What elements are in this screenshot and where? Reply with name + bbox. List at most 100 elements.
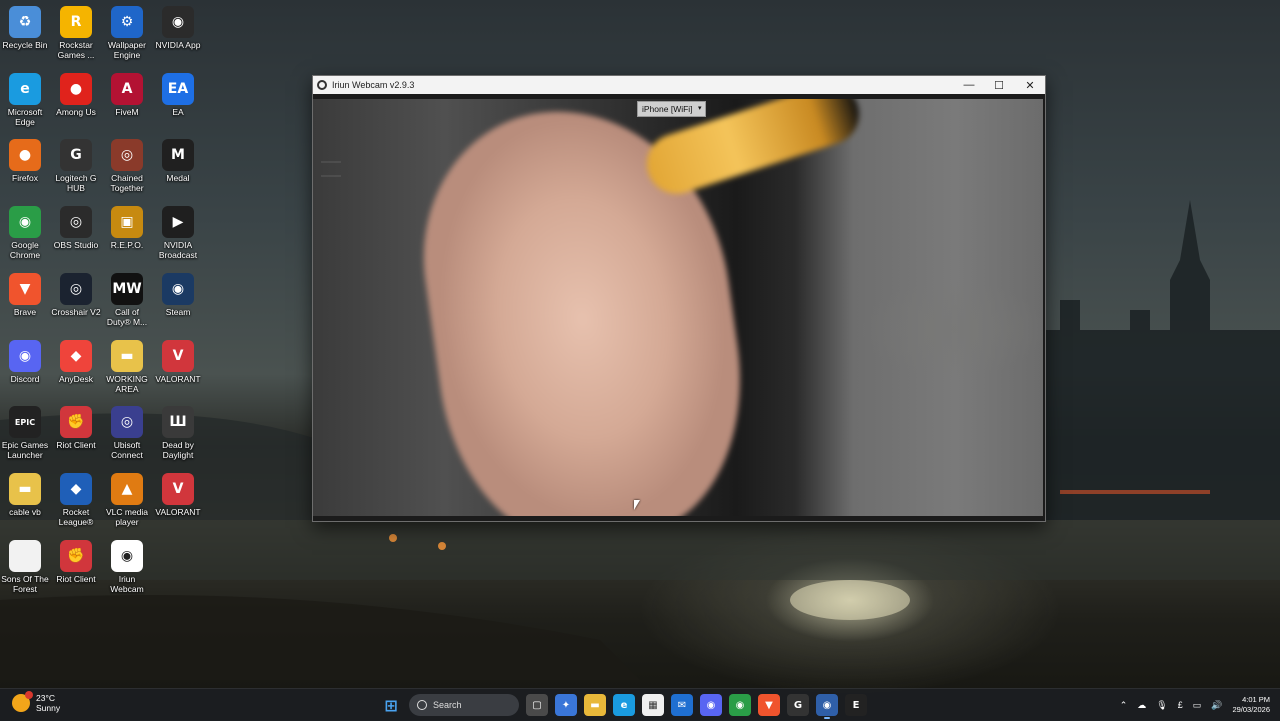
- search-box[interactable]: Search: [409, 694, 519, 716]
- riot-client-icon: ✊: [60, 539, 92, 572]
- desktop-icon-label: Sons Of The Forest: [1, 573, 49, 594]
- desktop-icon-label: Firefox: [12, 173, 38, 184]
- desktop-icon-label: Riot Client: [56, 440, 96, 451]
- desktop-icon-label: VALORANT: [155, 373, 201, 384]
- close-button[interactable]: ✕: [1015, 76, 1045, 94]
- onedrive-icon[interactable]: ☁: [1137, 700, 1146, 711]
- desktop-icon-label: Steam: [165, 306, 191, 317]
- desktop-icon[interactable]: ▼ Brave: [0, 272, 50, 317]
- start-button[interactable]: ⊞: [380, 694, 402, 716]
- maximize-button[interactable]: ☐: [984, 76, 1014, 94]
- notification-badge: [25, 691, 33, 699]
- brave-icon[interactable]: ▼: [758, 694, 780, 716]
- weather-widget[interactable]: 23°C Sunny: [12, 691, 61, 713]
- folder-icon: ▬: [111, 339, 143, 372]
- desktop-icon[interactable]: G Logitech G HUB: [51, 139, 101, 193]
- iriun-webcam-window[interactable]: Iriun Webcam v2.9.3 — ☐ ✕ iPhone [WiFi] …: [312, 75, 1046, 522]
- discord-icon[interactable]: ◉: [700, 694, 722, 716]
- desktop-icon-label: Rocket League®: [58, 506, 94, 527]
- desktop-icon[interactable]: EA EA: [153, 72, 203, 117]
- desktop-icon[interactable]: ◆ Rocket League®: [51, 472, 101, 527]
- desktop-icon[interactable]: ◎ Ubisoft Connect: [102, 406, 152, 460]
- desktop-icon[interactable]: ◎ Chained Together: [102, 139, 152, 193]
- active-indicator: [824, 717, 830, 719]
- firefox-icon: ●: [9, 139, 41, 172]
- desktop-icon-label: NVIDIA Broadcast: [158, 240, 198, 261]
- volume-icon[interactable]: 🔊: [1211, 700, 1222, 711]
- file-explorer-icon[interactable]: ▢: [526, 694, 548, 716]
- desktop-icon-label: Google Chrome: [9, 240, 41, 261]
- minimize-button[interactable]: —: [954, 76, 984, 94]
- desktop-icon-label: Crosshair V2: [51, 306, 101, 317]
- desktop-icon[interactable]: ◆ AnyDesk: [51, 339, 101, 384]
- desktop-icon-label: Microsoft Edge: [7, 106, 43, 127]
- obs-icon: ◎: [60, 206, 92, 239]
- desktop-icon[interactable]: ◎ Crosshair V2: [51, 272, 101, 317]
- store-icon[interactable]: ▦: [642, 694, 664, 716]
- steam-icon: ◉: [162, 272, 194, 305]
- search-icon: [417, 700, 427, 710]
- device-select[interactable]: iPhone [WiFi] ▾: [637, 101, 706, 117]
- folder-icon: ▬: [9, 472, 41, 505]
- desktop-icon[interactable]: ● Firefox: [0, 139, 50, 183]
- vlc-icon: ▲: [111, 472, 143, 505]
- edge-icon[interactable]: e: [613, 694, 635, 716]
- weather-desc: Sunny: [36, 703, 61, 713]
- iriun-webcam-icon[interactable]: ◉: [816, 694, 838, 719]
- folder-icon[interactable]: ▬: [584, 694, 606, 716]
- language-indicator[interactable]: £: [1178, 700, 1183, 710]
- anydesk-icon: ◆: [60, 339, 92, 372]
- desktop-icon-label: Among Us: [56, 106, 96, 117]
- desktop-icon[interactable]: ✊ Riot Client: [51, 406, 101, 450]
- chrome-icon[interactable]: ◉: [729, 694, 751, 716]
- chevron-up-icon[interactable]: ⌃: [1120, 700, 1128, 711]
- clock-date: 29/03/2026: [1232, 705, 1270, 714]
- desktop-icon[interactable]: ✊ Riot Client: [51, 539, 101, 584]
- nvidia-icon: ◉: [162, 6, 194, 38]
- crosshair-icon: ◎: [60, 272, 92, 305]
- epic-games-icon[interactable]: E: [845, 694, 867, 716]
- outlook-icon[interactable]: ✉: [671, 694, 693, 716]
- desktop-icon[interactable]: Sons Of The Forest: [0, 539, 50, 594]
- desktop-icon[interactable]: ▣ R.E.P.O.: [102, 206, 152, 250]
- sun-icon: [12, 691, 33, 712]
- microphone-icon[interactable]: 🎙: [1156, 700, 1167, 711]
- desktop-icon[interactable]: V VALORANT: [153, 339, 203, 384]
- clock[interactable]: 4:01 PM 29/03/2026: [1232, 695, 1270, 715]
- rockstar-icon: R: [60, 6, 92, 38]
- desktop-icon-label: OBS Studio: [53, 240, 99, 251]
- desktop-icon-label: Medal: [166, 173, 190, 184]
- desktop-icon[interactable]: ◉ Google Chrome: [0, 206, 50, 260]
- desktop-icon-label: VLC media player: [105, 506, 149, 527]
- desktop-icon[interactable]: EPIC Epic Games Launcher: [0, 406, 50, 460]
- desktop-icon[interactable]: ◉ Steam: [153, 272, 203, 317]
- desktop-icon[interactable]: ● Among Us: [51, 72, 101, 117]
- desktop-icon[interactable]: ◎ OBS Studio: [51, 206, 101, 250]
- logitech-icon[interactable]: G: [787, 694, 809, 716]
- desktop-icon[interactable]: ♻ Recycle Bin: [0, 6, 50, 50]
- desktop-icon-label: Ubisoft Connect: [111, 440, 143, 461]
- desktop-icon[interactable]: ▬ WORKING AREA: [102, 339, 152, 394]
- medal-icon: M: [162, 139, 194, 172]
- desktop-icon[interactable]: ⚙ Wallpaper Engine: [102, 6, 152, 60]
- desktop-icon[interactable]: ▶ NVIDIA Broadcast: [153, 206, 203, 260]
- menu-icon[interactable]: [321, 161, 341, 177]
- desktop-icon-label: R.E.P.O.: [110, 240, 144, 251]
- desktop-icon[interactable]: ▬ cable vb: [0, 472, 50, 517]
- desktop-icon[interactable]: MW Call of Duty® M...: [102, 272, 152, 327]
- desktop-icon[interactable]: ◉ Discord: [0, 339, 50, 384]
- desktop-icon-label: FiveM: [115, 106, 139, 117]
- desktop-icon[interactable]: ◉ NVIDIA App: [153, 6, 203, 50]
- desktop-icon[interactable]: ◉ Iriun Webcam: [102, 539, 152, 594]
- network-icon[interactable]: ▭: [1193, 700, 1202, 711]
- among-us-icon: ●: [60, 72, 92, 105]
- copilot-icon[interactable]: ✦: [555, 694, 577, 716]
- desktop-icon[interactable]: R Rockstar Games ...: [51, 6, 101, 60]
- desktop-icon[interactable]: A FiveM: [102, 72, 152, 117]
- desktop-icon[interactable]: M Medal: [153, 139, 203, 183]
- desktop-icon[interactable]: Ш Dead by Daylight: [153, 406, 203, 460]
- desktop-icon[interactable]: ▲ VLC media player: [102, 472, 152, 527]
- desktop-icon[interactable]: V VALORANT: [153, 472, 203, 517]
- window-titlebar[interactable]: Iriun Webcam v2.9.3 — ☐ ✕: [313, 76, 1045, 94]
- desktop-icon[interactable]: e Microsoft Edge: [0, 72, 50, 127]
